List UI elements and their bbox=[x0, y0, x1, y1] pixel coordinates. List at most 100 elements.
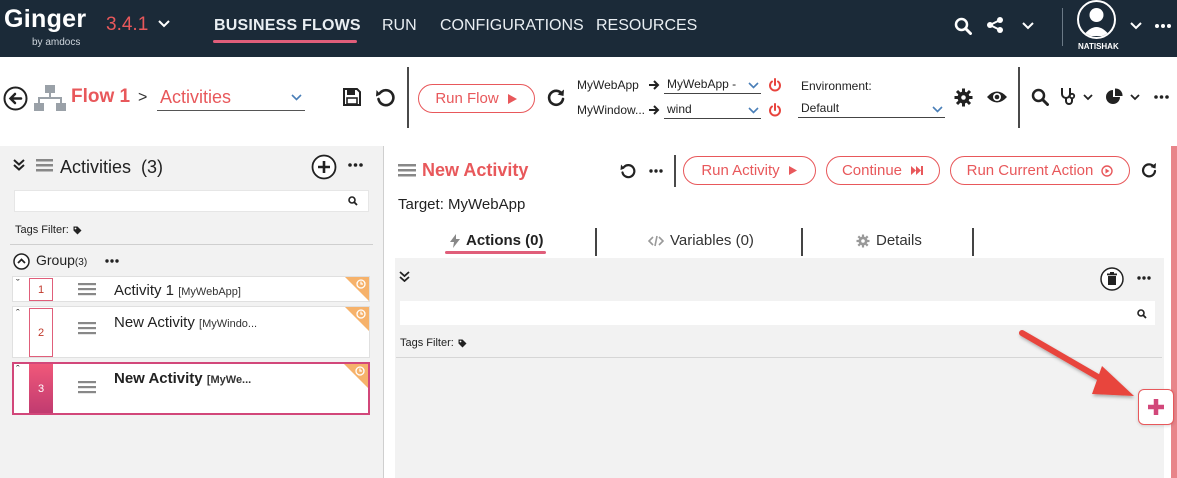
chevron-down-icon[interactable] bbox=[748, 107, 759, 114]
gear-icon[interactable] bbox=[954, 88, 973, 107]
refresh-icon[interactable] bbox=[546, 88, 566, 108]
drag-handle-icon[interactable] bbox=[78, 381, 96, 394]
divider bbox=[972, 228, 974, 256]
divider bbox=[10, 244, 373, 245]
nav-tab-resources[interactable]: RESOURCES bbox=[596, 17, 697, 35]
user-avatar[interactable] bbox=[1077, 0, 1116, 39]
environment-select[interactable]: Default bbox=[798, 101, 945, 118]
chevron-down-icon[interactable] bbox=[748, 82, 759, 89]
search-icon[interactable] bbox=[1137, 309, 1147, 319]
pie-chart-icon[interactable] bbox=[1105, 88, 1123, 106]
drag-handle-icon bbox=[36, 158, 53, 173]
activity-title: New Activity bbox=[422, 160, 529, 180]
fast-forward-icon bbox=[911, 166, 924, 175]
add-activity-button[interactable] bbox=[311, 154, 337, 180]
stethoscope-icon[interactable] bbox=[1059, 87, 1077, 107]
divider bbox=[801, 228, 803, 256]
status-icon bbox=[355, 366, 365, 376]
chevron-down-icon[interactable] bbox=[158, 20, 170, 28]
tab-variables[interactable]: Variables (0) bbox=[648, 232, 754, 249]
more-options-icon[interactable] bbox=[1137, 276, 1151, 280]
chevron-down-icon[interactable] bbox=[1130, 94, 1140, 101]
activity-name: Activity 1 [MyWebApp] bbox=[114, 282, 241, 299]
app-logo-name: Ginger bbox=[4, 5, 87, 33]
collapse-all-icon[interactable] bbox=[399, 271, 410, 282]
continue-button[interactable]: Continue bbox=[826, 156, 940, 185]
activities-search-input[interactable] bbox=[14, 190, 369, 212]
activity-number: 1 bbox=[29, 278, 53, 301]
divider bbox=[595, 228, 597, 256]
tab-actions[interactable]: Actions (0) bbox=[450, 232, 544, 249]
activity-number: 2 bbox=[29, 308, 53, 357]
chevron-up-icon[interactable]: ˆ bbox=[16, 308, 20, 320]
divider bbox=[407, 67, 409, 128]
refresh-icon[interactable] bbox=[1141, 162, 1157, 178]
chevron-down-icon[interactable] bbox=[932, 106, 943, 113]
play-icon bbox=[788, 166, 797, 175]
search-icon[interactable] bbox=[1031, 88, 1049, 106]
activity-name: New Activity [MyWe... bbox=[114, 370, 252, 387]
undo-icon[interactable] bbox=[375, 87, 396, 108]
run-activity-button[interactable]: Run Activity bbox=[683, 156, 816, 185]
chevron-down-icon[interactable] bbox=[1022, 22, 1034, 30]
target-app-label: MyWindow... bbox=[577, 103, 646, 117]
add-action-button[interactable] bbox=[1138, 389, 1174, 425]
view-select-value: Activities bbox=[160, 87, 232, 107]
power-icon[interactable] bbox=[768, 78, 782, 92]
chevron-up-icon[interactable]: ˆ bbox=[16, 364, 20, 376]
nav-tab-business-flows[interactable]: BUSINESS FLOWS bbox=[214, 17, 361, 35]
more-options-icon[interactable] bbox=[105, 259, 119, 263]
collapse-all-icon[interactable] bbox=[13, 159, 25, 171]
tab-details[interactable]: Details bbox=[856, 232, 922, 249]
more-options-icon[interactable] bbox=[649, 169, 663, 173]
share-icon[interactable] bbox=[986, 16, 1004, 34]
code-icon bbox=[648, 235, 664, 246]
agent-select[interactable]: wind bbox=[664, 102, 761, 119]
drag-handle-icon[interactable] bbox=[78, 322, 96, 335]
tags-filter[interactable]: Tags Filter: bbox=[15, 224, 69, 236]
eye-icon[interactable] bbox=[986, 89, 1008, 105]
nav-tab-run[interactable]: RUN bbox=[382, 17, 417, 35]
divider bbox=[1062, 8, 1063, 46]
tag-icon[interactable] bbox=[458, 339, 467, 348]
play-icon bbox=[507, 93, 517, 104]
active-tab-indicator bbox=[213, 40, 357, 43]
collapse-group-icon[interactable] bbox=[13, 253, 30, 270]
more-options-icon[interactable] bbox=[1154, 95, 1169, 99]
flow-title: Flow 1 bbox=[71, 86, 131, 107]
app-version[interactable]: 3.4.1 bbox=[106, 14, 148, 36]
activity-name: New Activity [MyWindo... bbox=[114, 314, 258, 331]
more-options-icon[interactable] bbox=[348, 163, 363, 167]
chevron-down-icon[interactable] bbox=[291, 94, 302, 101]
chevron-down-icon[interactable] bbox=[1130, 22, 1142, 30]
active-tab-indicator bbox=[445, 251, 546, 254]
lightning-icon bbox=[450, 233, 460, 248]
annotation-arrow-icon bbox=[1010, 322, 1140, 406]
tag-icon[interactable] bbox=[73, 226, 82, 235]
activities-panel-title: Activities (3) bbox=[60, 157, 164, 177]
group-label: Group(3) bbox=[36, 252, 88, 268]
save-icon[interactable] bbox=[342, 87, 362, 107]
run-flow-button[interactable]: Run Flow bbox=[418, 84, 535, 113]
undo-icon[interactable] bbox=[620, 163, 636, 179]
chevron-down-icon[interactable] bbox=[1083, 94, 1093, 101]
more-options-icon[interactable] bbox=[1155, 24, 1171, 28]
run-action-icon bbox=[1101, 164, 1114, 177]
agent-select[interactable]: MyWebApp - bbox=[664, 77, 761, 94]
nav-tab-configurations[interactable]: CONFIGURATIONS bbox=[440, 17, 584, 35]
search-icon[interactable] bbox=[954, 17, 972, 35]
breadcrumb-separator: > bbox=[138, 89, 148, 106]
drag-handle-icon bbox=[398, 163, 416, 178]
plus-icon bbox=[1148, 399, 1164, 415]
drag-handle-icon[interactable] bbox=[78, 283, 96, 296]
back-arrow-icon[interactable] bbox=[3, 86, 28, 111]
search-icon[interactable] bbox=[348, 196, 358, 206]
status-icon bbox=[356, 279, 366, 289]
run-current-action-button[interactable]: Run Current Action bbox=[950, 156, 1130, 185]
delete-icon[interactable] bbox=[1100, 267, 1124, 291]
app-logo-byline: by amdocs bbox=[32, 37, 81, 48]
user-name: NATISHAK bbox=[1078, 42, 1119, 51]
tags-filter[interactable]: Tags Filter: bbox=[400, 337, 454, 349]
power-icon[interactable] bbox=[768, 103, 782, 117]
chevron-down-icon[interactable]: ˇ bbox=[16, 278, 20, 290]
